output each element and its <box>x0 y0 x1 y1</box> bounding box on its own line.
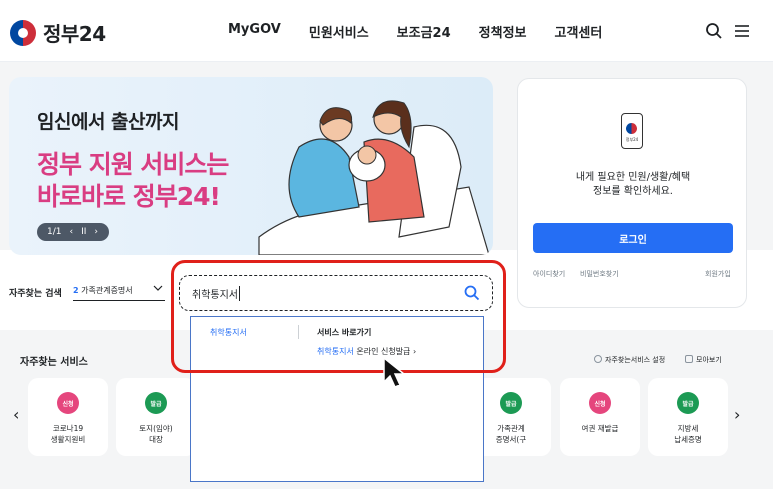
find-id-link[interactable]: 아이디찾기 <box>533 269 565 279</box>
gov24-logo[interactable]: 정부24 <box>10 18 106 47</box>
issue-badge: 발급 <box>500 392 522 414</box>
frequent-search-rank: 2 <box>73 286 79 295</box>
mouse-pointer-icon <box>383 356 407 388</box>
login-card: 정부24 내게 필요한 민원/생활/혜택 정보를 확인하세요. 로그인 아이디찾… <box>517 78 747 308</box>
issue-badge: 발급 <box>145 392 167 414</box>
service-shortcut-keyword: 취학통지서 <box>317 347 354 356</box>
settings-icon <box>594 355 602 363</box>
menu-icon[interactable] <box>733 22 751 40</box>
search-field[interactable]: 취학통지서 <box>179 275 493 311</box>
carousel-prev-arrow[interactable]: ‹ <box>13 405 19 424</box>
apply-badge: 신청 <box>57 392 79 414</box>
search-input[interactable]: 취학통지서 <box>192 286 240 301</box>
taegeuk-mini-icon <box>626 123 637 134</box>
taegeuk-logo-icon <box>10 19 36 46</box>
autocomplete-suggestion[interactable]: 취학통지서 <box>210 327 247 338</box>
service-card-label: 토지(임야) 대장 <box>139 424 173 444</box>
nav-item-subsidy24[interactable]: 보조금24 <box>397 22 451 41</box>
chevron-down-icon <box>153 285 163 291</box>
service-shortcut-heading: 서비스 바로가기 <box>317 328 372 337</box>
apply-badge: 신청 <box>589 392 611 414</box>
frequent-services-settings[interactable]: 자주찾는서비스 설정 <box>594 355 665 365</box>
logo-text: 정부24 <box>43 22 106 46</box>
login-message-line2: 정보를 확인하세요. <box>593 186 673 197</box>
service-card-covid-support[interactable]: 신청 코로나19 생활지원비 <box>28 378 108 456</box>
frequent-services-settings-label: 자주찾는서비스 설정 <box>605 356 666 364</box>
login-button[interactable]: 로그인 <box>533 223 733 253</box>
frequent-search-label: 자주찾는 검색 <box>9 289 62 299</box>
site-header: 정부24 MyGOV 민원서비스 보조금24 정책정보 고객센터 <box>0 0 773 62</box>
frequent-search-value: 가족관계증명서 <box>81 286 133 295</box>
chevron-right-icon: › <box>412 347 417 356</box>
search-icon[interactable] <box>705 22 723 40</box>
service-card-passport-reissue[interactable]: 신청 여권 재발급 <box>560 378 640 456</box>
service-card-label: 여권 재발급 <box>581 424 619 433</box>
banner-title: 정부 지원 서비스는 바로바로 정부24! <box>37 149 229 213</box>
find-password-link[interactable]: 비밀번호찾기 <box>580 269 619 279</box>
banner-subtitle: 임신에서 출산까지 <box>37 111 179 133</box>
phone-label: 정부24 <box>625 137 639 142</box>
signup-link[interactable]: 회원가입 <box>705 269 731 279</box>
banner-title-line2: 바로바로 정부24! <box>37 182 221 211</box>
view-all-label: 모아보기 <box>696 356 722 364</box>
service-card-land-register[interactable]: 발급 토지(임야) 대장 <box>116 378 196 456</box>
nav-item-mygov[interactable]: MyGOV <box>228 22 281 41</box>
service-card-local-tax-certificate[interactable]: 발급 지방세 납세증명 <box>648 378 728 456</box>
banner-page-indicator: 1/1 <box>47 227 62 237</box>
mobile-phone-icon: 정부24 <box>621 113 643 149</box>
login-message-line1: 내게 필요한 민원/생활/혜택 <box>575 172 691 183</box>
search-icon[interactable] <box>464 285 480 301</box>
search-autocomplete-dropdown: 취학통지서 서비스 바로가기 취학통지서 온라인 신청발급 › <box>190 316 484 482</box>
banner-title-line1: 정부 지원 서비스는 <box>37 150 229 179</box>
promo-banner[interactable]: 임신에서 출산까지 정부 지원 서비스는 바로바로 정부24! 1/1 ‹ II… <box>9 77 493 255</box>
banner-next-button[interactable]: › <box>94 227 98 237</box>
carousel-next-arrow[interactable]: › <box>734 405 740 424</box>
main-nav: MyGOV 민원서비스 보조금24 정책정보 고객센터 <box>228 22 630 41</box>
nav-item-policy-info[interactable]: 정책정보 <box>479 22 527 41</box>
service-card-label: 코로나19 생활지원비 <box>50 424 86 444</box>
banner-pause-button[interactable]: II <box>81 227 86 237</box>
view-all-services[interactable]: 모아보기 <box>685 355 722 365</box>
grid-icon <box>685 355 693 363</box>
banner-pager: 1/1 ‹ II › <box>37 223 109 241</box>
login-message: 내게 필요한 민원/생활/혜택 정보를 확인하세요. <box>518 171 748 199</box>
banner-prev-button[interactable]: ‹ <box>69 227 73 237</box>
dropdown-divider <box>298 325 299 339</box>
issue-badge: 발급 <box>677 392 699 414</box>
frequent-search-select[interactable]: 2 가족관계증명서 <box>73 281 165 301</box>
service-shortcut-rest: 온라인 신청발급 <box>353 347 411 356</box>
family-illustration <box>258 100 489 255</box>
nav-item-civil-services[interactable]: 민원서비스 <box>309 22 369 41</box>
service-card-label: 지방세 납세증명 <box>674 424 702 444</box>
frequent-services-title: 자주찾는 서비스 <box>20 357 88 368</box>
nav-item-customer-center[interactable]: 고객센터 <box>555 22 603 41</box>
